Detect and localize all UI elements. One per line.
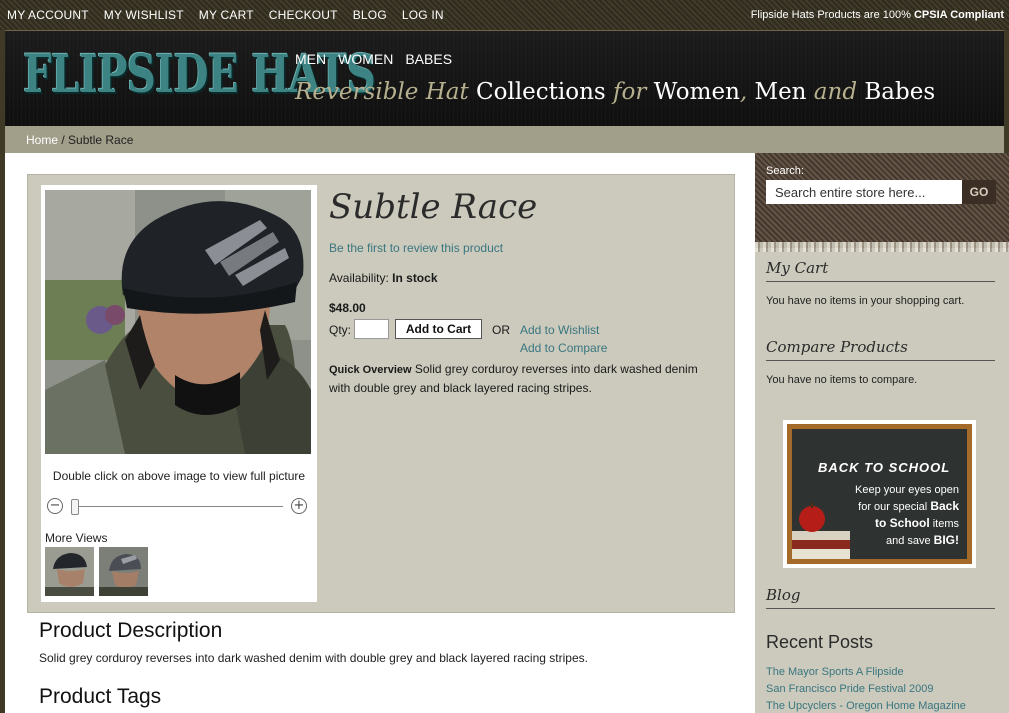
main-content: Double click on above image to view full…	[5, 153, 755, 713]
my-cart-text: You have no items in your shopping cart.	[766, 295, 965, 307]
promo-text-part: items	[929, 518, 959, 530]
tagline-part: Babes	[864, 79, 936, 105]
product-box: Double click on above image to view full…	[27, 174, 735, 613]
promo-text-bold: to School	[874, 516, 930, 530]
recent-post-link[interactable]: The Upcyclers - Oregon Home Magazine	[766, 698, 966, 713]
tagline-part: Collections	[476, 79, 606, 105]
availability-value: In stock	[392, 271, 438, 285]
blog-link[interactable]: BLOG	[353, 8, 387, 22]
promo-headline: BACK TO SCHOOL	[818, 460, 951, 475]
recent-posts-title: Recent Posts	[766, 632, 874, 652]
compare-text: You have no items to compare.	[766, 374, 918, 386]
promo-line: for our special Back	[839, 498, 959, 515]
my-cart-link[interactable]: MY CART	[199, 8, 254, 22]
or-label: OR	[492, 323, 510, 337]
breadcrumb-bar: Home / Subtle Race	[5, 126, 1004, 153]
search-block: Search: GO	[755, 153, 1009, 252]
add-to-cart-button[interactable]: Add to Cart	[395, 319, 482, 339]
add-to-wishlist-link[interactable]: Add to Wishlist	[520, 323, 599, 337]
more-views-thumbnail[interactable]	[45, 547, 94, 596]
recent-post-link[interactable]: The Mayor Sports A Flipside	[766, 664, 966, 681]
compliance-bold: CPSIA Compliant	[913, 9, 1004, 21]
nav-babes[interactable]: BABES	[405, 51, 452, 67]
breadcrumb-current: Subtle Race	[68, 133, 134, 147]
promo-text: Keep your eyes open for our special Back…	[839, 482, 959, 549]
tagline: Reversible Hat Collections for Women, Me…	[295, 79, 935, 105]
account-nav: MY ACCOUNT MY WISHLIST MY CART CHECKOUT …	[7, 8, 444, 22]
compare-title: Compare Products	[766, 338, 995, 361]
my-cart-title: My Cart	[766, 259, 995, 282]
more-views-thumbnail[interactable]	[99, 547, 148, 596]
quick-overview: Quick Overview Solid grey corduroy rever…	[329, 360, 719, 397]
my-account-link[interactable]: MY ACCOUNT	[7, 8, 89, 22]
product-tags-heading: Product Tags	[39, 685, 162, 708]
add-to-cart-row: Qty: Add to Cart OR Add to Wishlist Add …	[329, 318, 719, 360]
promo-text-bold: BIG!	[933, 533, 959, 547]
compliance-notice: Flipside Hats Products are 100% CPSIA Co…	[751, 9, 1004, 21]
my-wishlist-link[interactable]: MY WISHLIST	[104, 8, 184, 22]
product-title: Subtle Race	[329, 187, 538, 227]
category-nav: MEN WOMEN BABES	[295, 51, 452, 67]
zoom-handle[interactable]	[71, 499, 79, 515]
zoom-in-icon[interactable]: +	[291, 498, 307, 514]
add-to-compare-link[interactable]: Add to Compare	[520, 341, 607, 355]
search-label: Search:	[766, 165, 804, 177]
product-description-text: Solid grey corduroy reverses into dark w…	[39, 651, 588, 665]
sidebar: Search: GO My Cart You have no items in …	[755, 153, 1009, 713]
recent-posts-list: The Mayor Sports A Flipside San Francisc…	[766, 664, 966, 713]
search-go-button[interactable]: GO	[962, 180, 996, 204]
tagline-part: and	[806, 79, 865, 105]
compliance-text: Flipside Hats Products are 100%	[750, 9, 914, 21]
availability: Availability: In stock	[329, 271, 719, 285]
qty-label: Qty:	[329, 323, 352, 337]
breadcrumb: Home / Subtle Race	[26, 133, 133, 147]
chalkboard: BACK TO SCHOOL Keep your eyes open for o…	[792, 429, 967, 559]
product-description-heading: Product Description	[39, 619, 223, 642]
back-to-school-banner[interactable]: BACK TO SCHOOL Keep your eyes open for o…	[783, 420, 976, 568]
search-input[interactable]	[766, 180, 962, 204]
tagline-part: Men	[754, 79, 807, 105]
promo-line: to School items	[839, 515, 959, 532]
more-views-label: More Views	[45, 531, 108, 545]
nav-men[interactable]: MEN	[295, 51, 326, 67]
product-main-image[interactable]	[45, 190, 311, 454]
promo-text-part: and save	[885, 535, 934, 547]
zoom-out-icon[interactable]: −	[47, 498, 63, 514]
tagline-part: Reversible Hat	[295, 79, 477, 105]
promo-frame: BACK TO SCHOOL Keep your eyes open for o…	[787, 424, 972, 564]
qty-input[interactable]	[354, 319, 389, 339]
breadcrumb-separator: /	[58, 133, 69, 147]
product-price: $48.00	[329, 301, 366, 315]
nav-women[interactable]: WOMEN	[338, 51, 393, 67]
zoom-hint: Double click on above image to view full…	[52, 469, 306, 483]
checkout-link[interactable]: CHECKOUT	[269, 8, 338, 22]
tagline-part: ,	[739, 79, 755, 105]
blog-title: Blog	[766, 586, 995, 609]
promo-text-bold: Back	[930, 499, 959, 513]
promo-line: Keep your eyes open	[855, 484, 959, 496]
tagline-part: Women	[653, 79, 740, 105]
quick-overview-label: Quick Overview	[329, 364, 412, 376]
log-in-link[interactable]: LOG IN	[402, 8, 444, 22]
promo-line: and save BIG!	[839, 532, 959, 549]
recent-post-link[interactable]: San Francisco Pride Festival 2009	[766, 681, 966, 698]
product-info: Subtle Race Be the first to review this …	[329, 185, 719, 397]
product-image-panel: Double click on above image to view full…	[41, 185, 317, 602]
availability-label: Availability:	[329, 271, 393, 285]
tagline-part: for	[605, 79, 654, 105]
zoom-control: − +	[47, 498, 309, 516]
zoom-track[interactable]	[71, 506, 283, 507]
review-link[interactable]: Be the first to review this product	[329, 241, 719, 255]
site-header: FLIPSIDE HATS MEN WOMEN BABES Reversible…	[5, 30, 1004, 126]
breadcrumb-home[interactable]: Home	[26, 133, 58, 147]
top-bar: MY ACCOUNT MY WISHLIST MY CART CHECKOUT …	[0, 0, 1009, 30]
promo-text-part: for our special	[858, 501, 931, 513]
